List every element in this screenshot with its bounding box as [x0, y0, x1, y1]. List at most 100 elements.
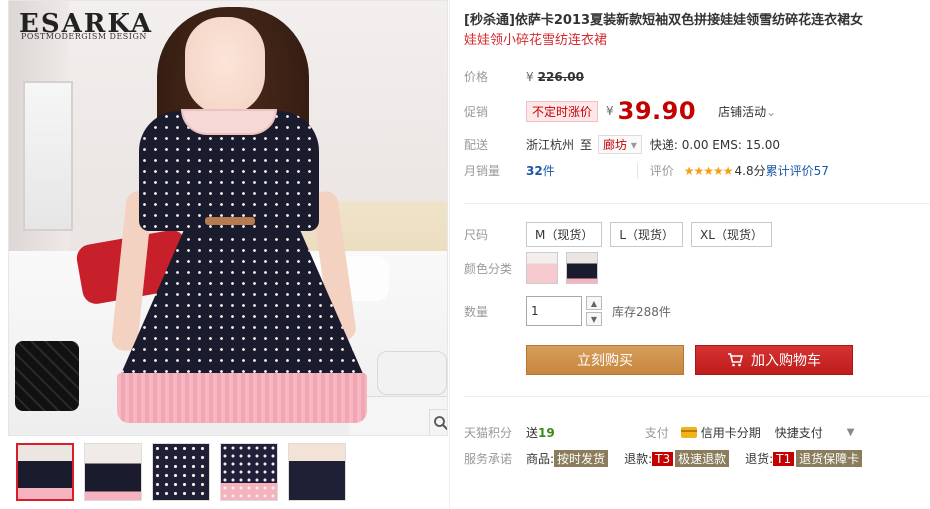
sales-row: 月销量 32 件 评价 ★★★★★ 4.8分 累计评价57: [464, 162, 829, 179]
photo-handbag: [15, 341, 79, 411]
review-label: 评价: [649, 164, 674, 178]
size-label: 尺码: [464, 228, 489, 242]
size-option-m[interactable]: M（现货）: [526, 222, 603, 247]
add-to-cart-button[interactable]: 加入购物车: [695, 345, 853, 375]
thumbnail-4[interactable]: [220, 443, 278, 501]
size-option-xl[interactable]: XL（现货）: [691, 222, 772, 247]
service-refund-label: 退款:: [624, 452, 653, 466]
size-option-l[interactable]: L（现货）: [610, 222, 684, 247]
zoom-button[interactable]: [429, 409, 447, 435]
credit-installment[interactable]: 信用卡分期: [701, 424, 761, 441]
destination-value: 廊坊: [603, 138, 628, 152]
main-product-image[interactable]: ESARKA POSTMODERGISM DESIGN: [8, 0, 448, 436]
dropdown-arrow-icon: ▾: [630, 138, 637, 152]
monthly-sales-count[interactable]: 32: [526, 164, 543, 178]
rating-score: 4.8分: [734, 164, 766, 178]
service-label: 服务承诺: [464, 452, 513, 466]
service-return-prefix: T1: [773, 452, 795, 466]
service-return-tag: 退货保障卡: [796, 450, 863, 467]
delivery-row: 配送 浙江杭州 至 廊坊 ▾ 快递: 0.00 EMS: 15.00: [464, 135, 780, 154]
column-divider: [449, 0, 450, 509]
section-divider: [464, 396, 930, 397]
product-gallery: ESARKA POSTMODERGISM DESIGN: [4, 0, 448, 509]
thumbnail-1[interactable]: [16, 443, 74, 501]
points-row: 天猫积分 送19 支付 信用卡分期 快捷支付 ▼: [464, 424, 854, 441]
service-return[interactable]: 退货: T1 退货保障卡: [745, 450, 863, 467]
thumbnail-image: [85, 444, 141, 500]
thumbnail-3[interactable]: [152, 443, 210, 501]
quantity-input[interactable]: [526, 296, 582, 326]
model-face: [185, 17, 265, 115]
sales-divider: [636, 162, 638, 179]
color-option-1[interactable]: [526, 252, 558, 284]
thumbnail-strip: [16, 443, 346, 501]
promo-currency-symbol: ¥: [606, 104, 614, 118]
color-row: 颜色分类: [464, 252, 606, 284]
stock-count: 库存288件: [612, 304, 671, 319]
dress-belt: [205, 217, 255, 225]
decrease-button[interactable]: ▼: [586, 312, 602, 326]
promo-label: 促销: [464, 104, 489, 119]
thumbnail-image: [153, 444, 209, 500]
rating-stars: ★★★★★: [683, 163, 734, 178]
thumbnail-5[interactable]: [288, 443, 346, 501]
monthly-sales-unit: 件: [542, 164, 555, 178]
color-label: 颜色分类: [464, 261, 513, 276]
quantity-row: 数量 ▲ ▼ 库存288件: [464, 296, 671, 326]
buy-now-label: 立刻购买: [577, 353, 633, 369]
service-goods-tag: 按时发货: [554, 450, 609, 467]
magnifier-icon: [434, 416, 447, 431]
shipping-cost: 快递: 0.00 EMS: 15.00: [649, 138, 781, 152]
quantity-label: 数量: [464, 304, 489, 319]
thumbnail-2[interactable]: [84, 443, 142, 501]
color-option-2[interactable]: [566, 252, 598, 284]
sales-label: 月销量: [464, 164, 501, 178]
service-goods[interactable]: 商品: 按时发货: [526, 450, 609, 467]
delivery-to: 至: [580, 138, 593, 152]
tmall-points-label: 天猫积分: [464, 426, 513, 440]
size-row: 尺码 M（现货） L（现货） XL（现货）: [464, 222, 780, 247]
service-refund-prefix: T3: [652, 452, 674, 466]
service-refund[interactable]: 退款: T3 极速退款: [624, 450, 730, 467]
service-goods-label: 商品:: [526, 452, 555, 466]
shop-promo-dropdown[interactable]: 店铺活动⌄: [718, 103, 776, 120]
thumbnail-image: [289, 444, 345, 500]
increase-button[interactable]: ▲: [586, 296, 602, 310]
price-row: 价格 ¥ 226.00: [464, 68, 584, 85]
payment-label: 支付: [644, 426, 669, 440]
buy-now-button[interactable]: 立刻购买: [526, 345, 684, 375]
section-divider: [464, 203, 930, 204]
service-refund-tag: 极速退款: [675, 450, 730, 467]
promo-tag: 不定时涨价: [526, 100, 599, 122]
review-count-link[interactable]: 累计评价57: [766, 162, 829, 179]
destination-select[interactable]: 廊坊 ▾: [598, 135, 642, 154]
shop-promo-label: 店铺活动: [718, 104, 767, 119]
points-value: 送19: [526, 424, 555, 441]
original-price: 226.00: [537, 69, 584, 84]
points-number: 19: [538, 426, 555, 440]
points-send: 送: [526, 426, 539, 440]
dress-tulle-hem: [117, 373, 367, 423]
currency-symbol: ¥: [526, 69, 534, 84]
service-return-label: 退货:: [745, 452, 774, 466]
service-row: 服务承诺 商品: 按时发货 退款: T3 极速退款 退货: T1 退货保障卡: [464, 450, 878, 467]
promo-row: 促销 不定时涨价 ¥ 39.90 店铺活动⌄: [464, 97, 776, 125]
promo-price: 39.90: [617, 97, 697, 125]
cart-icon: [727, 353, 743, 367]
thumbnail-image: [221, 444, 277, 500]
photo-telephone: [377, 351, 447, 395]
dress-collar: [181, 109, 277, 135]
payment-dropdown-icon[interactable]: ▼: [847, 427, 855, 438]
delivery-origin: 浙江杭州: [526, 138, 575, 152]
quick-pay[interactable]: 快捷支付: [775, 424, 823, 441]
product-info: [秒杀通]依萨卡2013夏装新款短袖双色拼接娃娃领雪纺碎花连衣裙女 娃娃领小碎花…: [464, 0, 930, 509]
product-subtitle: 娃娃领小碎花雪纺连衣裙: [464, 33, 608, 48]
delivery-label: 配送: [464, 138, 489, 152]
quantity-stepper: ▲ ▼: [586, 296, 602, 326]
chevron-down-icon: ⌄: [766, 104, 777, 119]
brand-tagline: POSTMODERGISM DESIGN: [21, 32, 147, 41]
photo-window: [23, 81, 73, 231]
add-to-cart-label: 加入购物车: [751, 353, 821, 369]
product-title: [秒杀通]依萨卡2013夏装新款短袖双色拼接娃娃领雪纺碎花连衣裙女: [464, 13, 864, 28]
price-label: 价格: [464, 70, 489, 84]
